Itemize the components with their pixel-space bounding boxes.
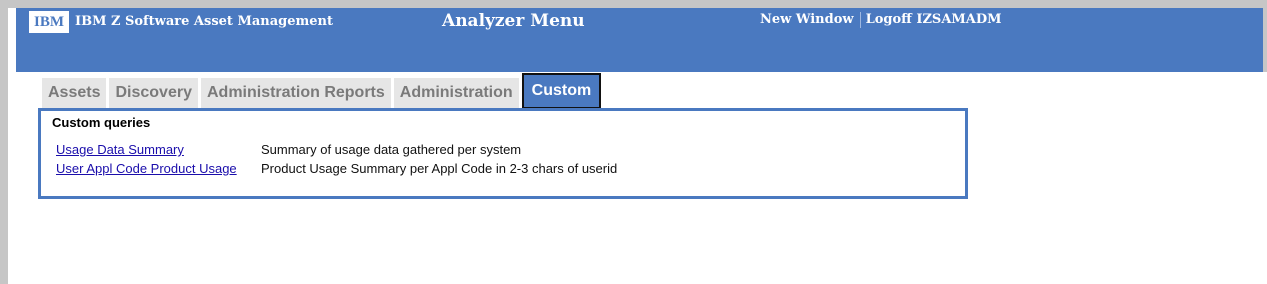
tab-administration-reports[interactable]: Administration Reports [200, 78, 391, 108]
custom-queries-panel: Custom queries Usage Data Summary Summar… [38, 108, 968, 199]
header-links: New Window Logoff IZSAMADM [760, 10, 1002, 30]
product-name: IBM Z Software Asset Management [75, 14, 333, 29]
section-title: Custom queries [52, 115, 151, 130]
window-left-border [0, 0, 8, 284]
ibm-logo-text: IBM [34, 14, 64, 30]
usage-data-summary-link[interactable]: Usage Data Summary [56, 141, 184, 159]
app-window: IBM IBM Z Software Asset Management Anal… [0, 0, 1267, 284]
tab-discovery[interactable]: Discovery [109, 78, 198, 108]
window-right-border [1263, 0, 1267, 72]
query-description: Summary of usage data gathered per syste… [261, 142, 522, 157]
query-description: Product Usage Summary per Appl Code in 2… [261, 161, 618, 176]
tab-assets[interactable]: Assets [42, 78, 107, 108]
tab-custom[interactable]: Custom [521, 73, 602, 109]
header-link-divider [859, 12, 861, 28]
user-appl-code-product-usage-link[interactable]: User Appl Code Product Usage [56, 160, 237, 178]
page-title: Analyzer Menu [442, 11, 585, 31]
logoff-link[interactable]: Logoff IZSAMADM [866, 10, 1002, 30]
new-window-link[interactable]: New Window [760, 10, 854, 30]
ibm-logo: IBM [29, 11, 69, 33]
tab-administration[interactable]: Administration [393, 78, 519, 108]
window-top-border [0, 0, 1267, 8]
app-header: IBM IBM Z Software Asset Management Anal… [16, 8, 1263, 72]
main-tabs: Assets Discovery Administration Reports … [42, 73, 604, 109]
